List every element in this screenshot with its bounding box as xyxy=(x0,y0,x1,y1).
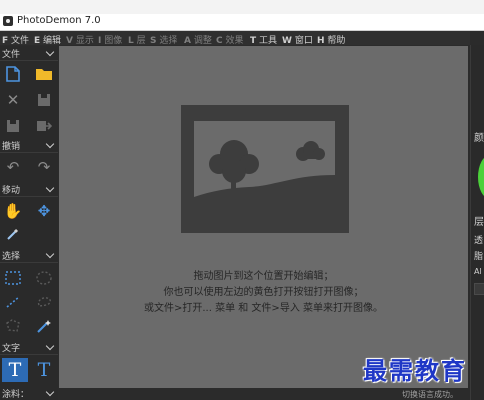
polygon-select-icon[interactable] xyxy=(2,316,24,336)
chevron-down-icon xyxy=(45,341,55,351)
menu-tools[interactable]: T 工具 xyxy=(250,33,277,46)
menu-file[interactable]: F 文件 xyxy=(2,33,29,46)
section-paint[interactable]: 涂料： xyxy=(0,386,58,400)
menu-image[interactable]: I 图像 xyxy=(98,33,122,46)
hand-pan-icon[interactable]: ✋ xyxy=(2,201,24,221)
app-icon xyxy=(3,16,13,26)
chevron-down-icon xyxy=(45,249,55,259)
menu-view[interactable]: V 显示 xyxy=(66,33,94,46)
watermark: 最需教育 xyxy=(363,356,467,385)
image-placeholder-icon xyxy=(181,105,349,233)
rect-select-icon[interactable] xyxy=(2,268,24,288)
status-message: 切换语言成功。 xyxy=(402,390,458,399)
title-bar: PhotoDemon 7.0 xyxy=(0,0,484,31)
save-icon[interactable] xyxy=(33,90,55,110)
section-select[interactable]: 选择 xyxy=(0,248,58,263)
placeholder-picture xyxy=(194,121,335,217)
color-panel-label: 颜 xyxy=(474,133,484,144)
chevron-down-icon xyxy=(45,387,55,397)
chevron-down-icon xyxy=(45,139,55,149)
color-picker-icon[interactable] xyxy=(2,224,24,244)
toolbox-panel: 文件 ✕ 撤销 ↶ ↷ 移动 ✋ ✥ 选择 文字 T T 涂料： xyxy=(0,46,58,400)
status-bar: 切换语言成功。 xyxy=(59,388,470,400)
export-icon[interactable] xyxy=(33,116,55,136)
menu-effects[interactable]: C 效果 xyxy=(216,33,244,46)
hint-line-3: 或文件>打开... 菜单 和 文件>导入 菜单来打开图像。 xyxy=(143,303,383,314)
window-title: PhotoDemon 7.0 xyxy=(17,15,101,26)
close-image-icon[interactable]: ✕ xyxy=(2,90,24,110)
menu-layer[interactable]: L 层 xyxy=(128,33,146,46)
hint-line-1: 拖动图片到这个位置开始编辑； xyxy=(193,271,334,282)
section-move[interactable]: 移动 xyxy=(0,182,58,197)
open-folder-icon[interactable] xyxy=(33,64,55,84)
right-panel: 颜 层 透 脂 Al xyxy=(470,45,484,400)
section-undo[interactable]: 撤销 xyxy=(0,138,58,153)
undo-icon[interactable]: ↶ xyxy=(2,157,24,177)
save-as-icon[interactable] xyxy=(2,116,24,136)
menu-select[interactable]: S 选择 xyxy=(150,33,177,46)
typography-tool-icon[interactable]: T xyxy=(32,358,56,382)
line-select-icon[interactable] xyxy=(2,292,24,312)
alpha-label: Al xyxy=(474,267,482,276)
section-file[interactable]: 文件 xyxy=(0,46,58,61)
magic-wand-icon[interactable] xyxy=(33,316,55,336)
blend-label: 脂 xyxy=(474,252,484,262)
section-text[interactable]: 文字 xyxy=(0,340,58,355)
canvas-drop-area[interactable]: 拖动图片到这个位置开始编辑； 你也可以使用左边的黄色打开按钮打开图像； 或文件>… xyxy=(59,46,468,388)
window-top-strip xyxy=(0,0,484,14)
menu-adjust[interactable]: A 调整 xyxy=(184,33,212,46)
chevron-down-icon xyxy=(45,183,55,193)
text-tool-icon[interactable]: T xyxy=(2,358,28,382)
menu-bar: F 文件 E 编辑 V 显示 I 图像 L 层 S 选择 A 调整 C 效果 T… xyxy=(0,31,470,46)
lasso-select-icon[interactable] xyxy=(33,292,55,312)
layers-panel-label: 层 xyxy=(474,217,484,228)
opacity-label: 透 xyxy=(474,236,484,246)
menu-help[interactable]: H 帮助 xyxy=(317,33,345,46)
menu-window[interactable]: W 窗口 xyxy=(282,33,313,46)
move-arrows-icon[interactable]: ✥ xyxy=(33,201,55,221)
new-document-icon[interactable] xyxy=(2,64,24,84)
chevron-down-icon xyxy=(45,47,55,57)
layer-thumbnail[interactable] xyxy=(474,283,484,295)
menu-edit[interactable]: E 编辑 xyxy=(34,33,61,46)
hint-line-2: 你也可以使用左边的黄色打开按钮打开图像； xyxy=(163,287,364,298)
redo-icon[interactable]: ↷ xyxy=(33,157,55,177)
ellipse-select-icon[interactable] xyxy=(33,268,55,288)
color-wheel[interactable] xyxy=(478,155,484,199)
